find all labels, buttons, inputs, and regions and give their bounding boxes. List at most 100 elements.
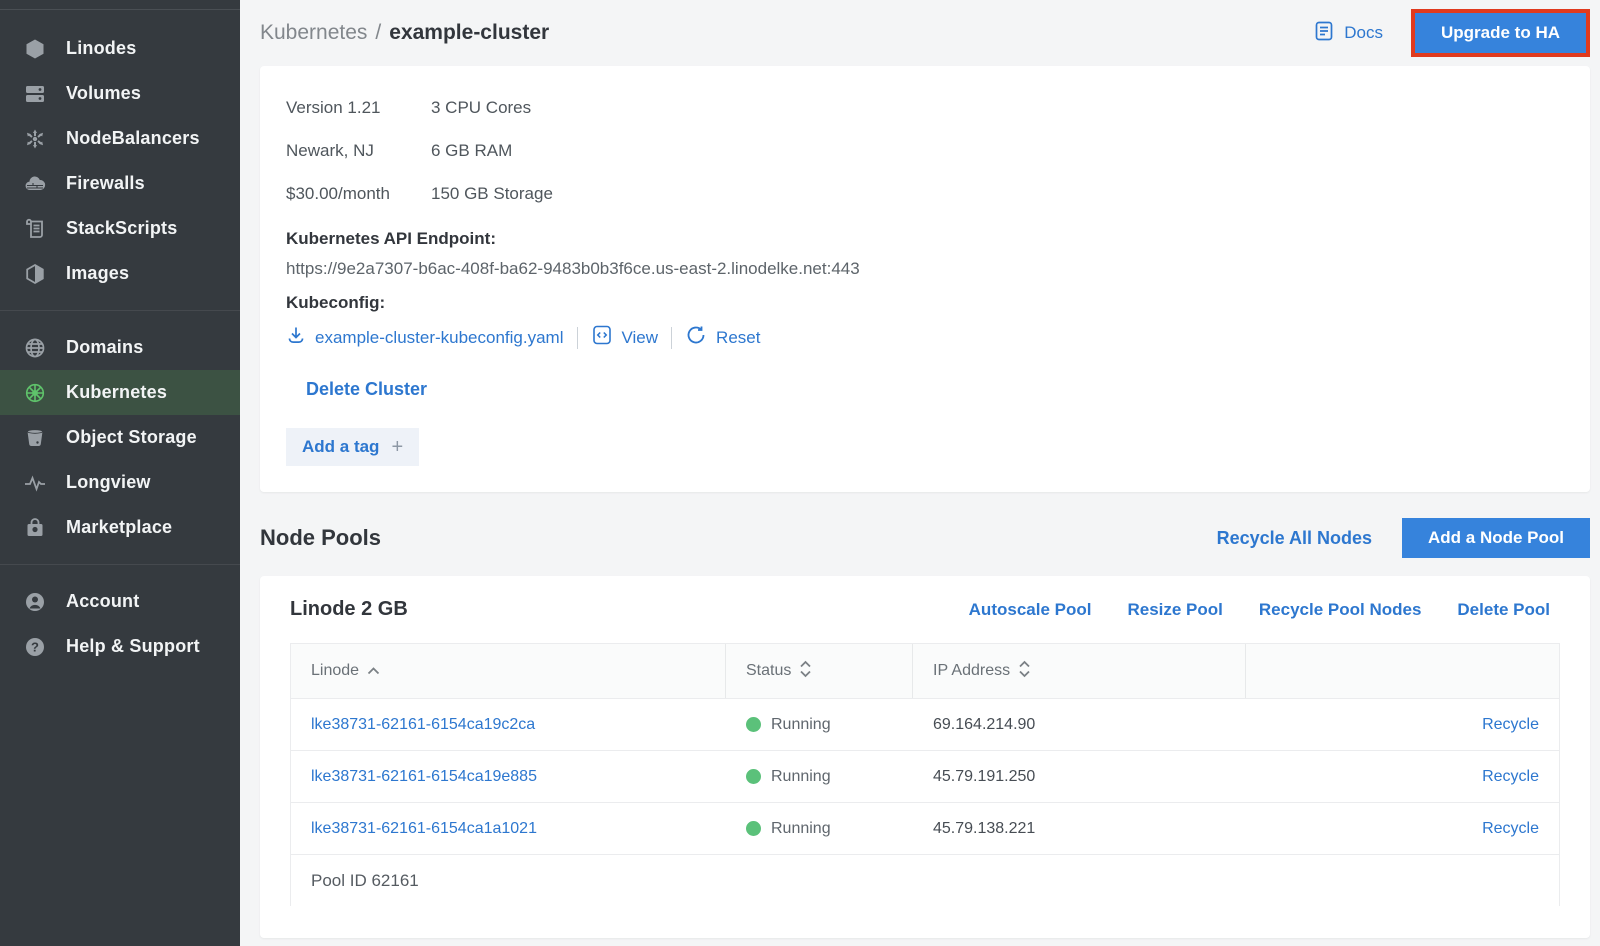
linode-link[interactable]: lke38731-62161-6154ca19c2ca bbox=[311, 716, 535, 733]
recycle-link[interactable]: Recycle bbox=[1482, 716, 1539, 733]
sidebar-item-label: Marketplace bbox=[66, 517, 172, 538]
cluster-ram: 6 GB RAM bbox=[431, 129, 706, 172]
column-header-status[interactable]: Status bbox=[726, 644, 913, 698]
main-content: Kubernetes / example-cluster Docs Upgrad… bbox=[240, 0, 1600, 946]
svg-text:?: ? bbox=[31, 639, 39, 654]
table-row: lke38731-62161-6154ca1a1021 Running 45.7… bbox=[291, 802, 1559, 854]
cluster-price: $30.00/month bbox=[286, 172, 431, 215]
sidebar-item-help-support[interactable]: ? Help & Support bbox=[0, 624, 240, 669]
cluster-region: Newark, NJ bbox=[286, 129, 431, 172]
kubeconfig-view-link[interactable]: View bbox=[591, 324, 659, 351]
add-node-pool-button[interactable]: Add a Node Pool bbox=[1402, 518, 1590, 558]
sidebar-item-marketplace[interactable]: Marketplace bbox=[0, 505, 240, 550]
docs-link[interactable]: Docs bbox=[1313, 20, 1383, 47]
status-label: Running bbox=[771, 768, 831, 786]
pool-id-label: Pool ID 62161 bbox=[291, 871, 726, 891]
recycle-link[interactable]: Recycle bbox=[1482, 820, 1539, 837]
sort-both-icon bbox=[799, 660, 812, 683]
page-title: example-cluster bbox=[389, 21, 549, 45]
sidebar-item-kubernetes[interactable]: Kubernetes bbox=[0, 370, 240, 415]
linode-link[interactable]: lke38731-62161-6154ca1a1021 bbox=[311, 820, 537, 837]
globe-icon bbox=[22, 335, 48, 361]
sidebar-item-label: Domains bbox=[66, 337, 143, 358]
recycle-link[interactable]: Recycle bbox=[1482, 768, 1539, 785]
kubeconfig-reset-link[interactable]: Reset bbox=[685, 324, 760, 351]
resize-pool-link[interactable]: Resize Pool bbox=[1127, 600, 1222, 620]
sidebar-item-label: Linodes bbox=[66, 38, 136, 59]
nodebalancers-icon bbox=[22, 126, 48, 152]
column-header-ip[interactable]: IP Address bbox=[913, 644, 1246, 698]
sidebar-divider bbox=[0, 310, 240, 311]
delete-cluster-link[interactable]: Delete Cluster bbox=[306, 379, 427, 400]
linode-link[interactable]: lke38731-62161-6154ca19e885 bbox=[311, 768, 537, 785]
autoscale-pool-link[interactable]: Autoscale Pool bbox=[969, 600, 1092, 620]
sidebar-item-label: NodeBalancers bbox=[66, 128, 200, 149]
sidebar-item-longview[interactable]: Longview bbox=[0, 460, 240, 505]
sidebar-item-domains[interactable]: Domains bbox=[0, 325, 240, 370]
header-actions: Docs Upgrade to HA bbox=[1313, 9, 1590, 57]
sidebar-item-stackscripts[interactable]: StackScripts bbox=[0, 206, 240, 251]
sidebar-divider bbox=[0, 564, 240, 565]
sidebar-item-images[interactable]: Images bbox=[0, 251, 240, 296]
kubeconfig-download-link[interactable]: example-cluster-kubeconfig.yaml bbox=[286, 325, 564, 350]
table-row: lke38731-62161-6154ca19c2ca Running 69.1… bbox=[291, 698, 1559, 750]
column-header-linode[interactable]: Linode bbox=[291, 644, 726, 698]
app-root: Linodes Volumes Node bbox=[0, 0, 1600, 946]
sidebar-item-label: Longview bbox=[66, 472, 151, 493]
firewalls-icon bbox=[22, 171, 48, 197]
sidebar-item-volumes[interactable]: Volumes bbox=[0, 71, 240, 116]
sidebar-item-label: Volumes bbox=[66, 83, 141, 104]
kubeconfig-block: Kubeconfig: example-cluster-kubeconfig.y… bbox=[286, 293, 1564, 351]
kubeconfig-actions: example-cluster-kubeconfig.yaml View bbox=[286, 324, 1564, 351]
linode-cell: lke38731-62161-6154ca1a1021 bbox=[291, 820, 726, 838]
breadcrumb-kubernetes-link[interactable]: Kubernetes bbox=[260, 21, 367, 45]
add-tag-button[interactable]: Add a tag + bbox=[286, 428, 419, 466]
ip-cell: 69.164.214.90 bbox=[913, 716, 1246, 734]
column-label: Linode bbox=[311, 662, 359, 680]
sidebar-item-label: Account bbox=[66, 591, 139, 612]
sidebar-item-label: Firewalls bbox=[66, 173, 145, 194]
status-label: Running bbox=[771, 820, 831, 838]
cluster-summary-card: Version 1.21 3 CPU Cores Newark, NJ 6 GB… bbox=[260, 66, 1590, 492]
docs-label: Docs bbox=[1344, 23, 1383, 43]
linodes-icon bbox=[22, 36, 48, 62]
kubernetes-icon bbox=[22, 380, 48, 406]
page-header: Kubernetes / example-cluster Docs Upgrad… bbox=[260, 0, 1590, 66]
docs-icon bbox=[1313, 20, 1335, 47]
recycle-pool-nodes-link[interactable]: Recycle Pool Nodes bbox=[1259, 600, 1422, 620]
sidebar-item-label: Object Storage bbox=[66, 427, 197, 448]
separator bbox=[671, 327, 672, 349]
node-pool-card: Linode 2 GB Autoscale Pool Resize Pool R… bbox=[260, 576, 1590, 938]
pulse-icon bbox=[22, 470, 48, 496]
delete-pool-link[interactable]: Delete Pool bbox=[1457, 600, 1550, 620]
node-pools-bar: Node Pools Recycle All Nodes Add a Node … bbox=[260, 508, 1590, 568]
pool-action-links: Autoscale Pool Resize Pool Recycle Pool … bbox=[969, 600, 1550, 620]
stackscripts-icon bbox=[22, 216, 48, 242]
sort-both-icon bbox=[1018, 660, 1031, 683]
sidebar-item-nodebalancers[interactable]: NodeBalancers bbox=[0, 116, 240, 161]
sidebar-item-account[interactable]: Account bbox=[0, 579, 240, 624]
help-icon: ? bbox=[22, 634, 48, 660]
pool-title: Linode 2 GB bbox=[290, 598, 408, 621]
plus-icon: + bbox=[391, 437, 403, 457]
sidebar-item-object-storage[interactable]: Object Storage bbox=[0, 415, 240, 460]
status-cell: Running bbox=[726, 768, 913, 786]
refresh-icon bbox=[685, 324, 707, 351]
kubeconfig-filename: example-cluster-kubeconfig.yaml bbox=[315, 328, 564, 348]
api-endpoint-label: Kubernetes API Endpoint: bbox=[286, 229, 1564, 249]
cluster-specs: Version 1.21 3 CPU Cores Newark, NJ 6 GB… bbox=[286, 86, 706, 215]
recycle-all-nodes-link[interactable]: Recycle All Nodes bbox=[1217, 528, 1372, 549]
sidebar-item-firewalls[interactable]: Firewalls bbox=[0, 161, 240, 206]
table-row: lke38731-62161-6154ca19e885 Running 45.7… bbox=[291, 750, 1559, 802]
status-cell: Running bbox=[726, 716, 913, 734]
nodes-table: Linode Status IP Address bbox=[290, 643, 1560, 906]
node-pools-title: Node Pools bbox=[260, 525, 381, 551]
add-tag-label: Add a tag bbox=[302, 437, 379, 457]
volumes-icon bbox=[22, 81, 48, 107]
status-label: Running bbox=[771, 716, 831, 734]
action-cell: Recycle bbox=[1246, 716, 1559, 734]
node-pools-actions: Recycle All Nodes Add a Node Pool bbox=[1217, 518, 1590, 558]
sidebar-item-linodes[interactable]: Linodes bbox=[0, 26, 240, 71]
column-label: Status bbox=[746, 662, 791, 680]
upgrade-to-ha-button[interactable]: Upgrade to HA bbox=[1415, 13, 1586, 53]
